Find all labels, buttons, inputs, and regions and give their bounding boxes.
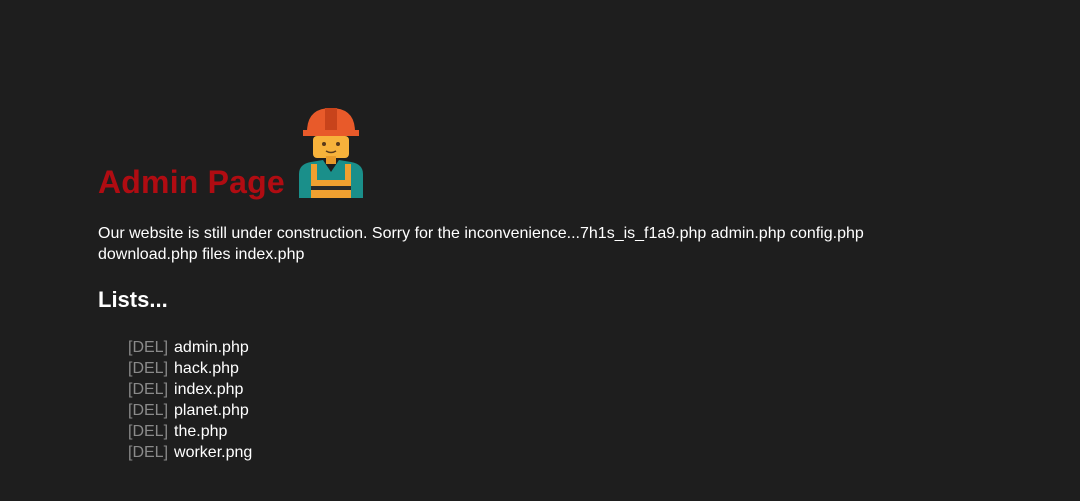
list-item: [DEL] admin.php (128, 337, 252, 358)
file-list: [DEL] admin.php [DEL] hack.php [DEL] index.… (128, 337, 252, 463)
page: Admin Page Our website is still under co… (0, 0, 1080, 501)
page-title: Admin Page (98, 164, 285, 200)
delete-link[interactable]: [DEL] (128, 360, 168, 377)
lists-heading: Lists... (98, 287, 168, 312)
list-item: [DEL] the.php (128, 421, 252, 442)
construction-notice: Our website is still under construction.… (98, 225, 864, 263)
list-item: [DEL] hack.php (128, 358, 252, 379)
list-item: [DEL] planet.php (128, 400, 252, 421)
file-link[interactable]: admin.php (174, 339, 249, 356)
delete-link[interactable]: [DEL] (128, 402, 168, 419)
construction-worker-icon (298, 108, 363, 198)
file-link[interactable]: the.php (174, 423, 227, 440)
file-link[interactable]: hack.php (174, 360, 239, 377)
file-link[interactable]: index.php (174, 381, 243, 398)
list-item: [DEL] index.php (128, 379, 252, 400)
delete-link[interactable]: [DEL] (128, 444, 168, 461)
title-row: Admin Page (98, 98, 365, 198)
file-link[interactable]: worker.png (174, 444, 252, 461)
delete-link[interactable]: [DEL] (128, 339, 168, 356)
list-item: [DEL] worker.png (128, 442, 252, 463)
delete-link[interactable]: [DEL] (128, 381, 168, 398)
file-link[interactable]: planet.php (174, 402, 249, 419)
delete-link[interactable]: [DEL] (128, 423, 168, 440)
